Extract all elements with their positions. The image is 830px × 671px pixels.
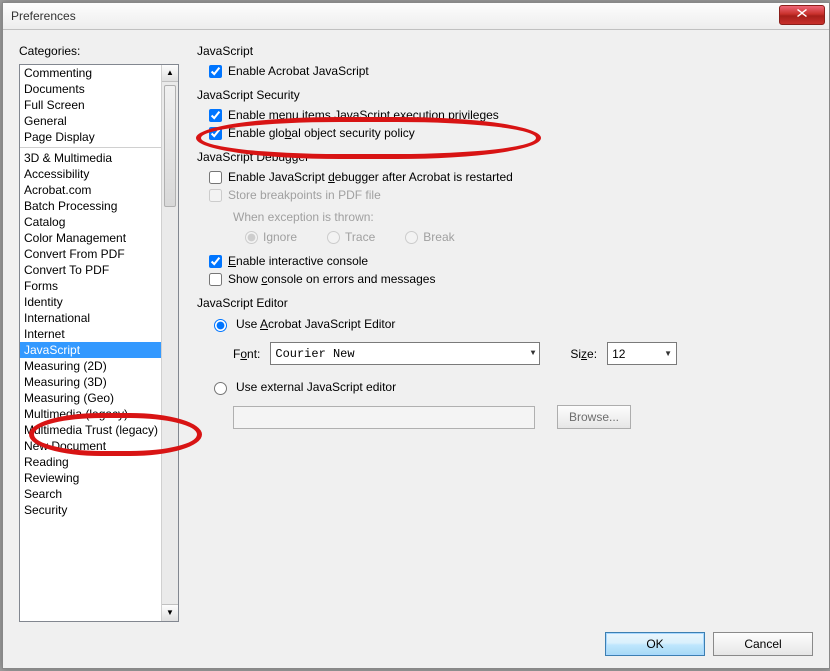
titlebar: Preferences (3, 3, 829, 30)
categories-listbox[interactable]: CommentingDocumentsFull ScreenGeneralPag… (19, 64, 179, 622)
category-item[interactable]: Measuring (2D) (20, 358, 162, 374)
listbox-scrollbar[interactable]: ▲ ▼ (161, 65, 178, 621)
size-label: Size: (570, 347, 597, 361)
section-js-security-title: JavaScript Security (197, 88, 813, 102)
category-item[interactable]: Multimedia Trust (legacy) (20, 422, 162, 438)
enable-debugger-checkbox[interactable]: Enable JavaScript debugger after Acrobat… (209, 170, 813, 184)
ok-button[interactable]: OK (605, 632, 705, 656)
size-select[interactable]: 12 ▼ (607, 342, 677, 365)
category-item[interactable]: New Document (20, 438, 162, 454)
separator (20, 147, 162, 148)
browse-button: Browse... (557, 405, 631, 429)
section-js-editor-title: JavaScript Editor (197, 296, 813, 310)
category-item[interactable]: Search (20, 486, 162, 502)
category-item[interactable]: Acrobat.com (20, 182, 162, 198)
close-button[interactable] (779, 5, 825, 25)
store-breakpoints-checkbox: Store breakpoints in PDF file (209, 188, 813, 202)
categories-label: Categories: (19, 44, 179, 58)
radio-ignore: Ignore (245, 230, 297, 244)
interactive-console-checkbox[interactable]: Enable interactive console (209, 254, 813, 268)
external-editor-path-input (233, 406, 535, 429)
category-item[interactable]: 3D & Multimedia (20, 150, 162, 166)
category-item[interactable]: International (20, 310, 162, 326)
menu-privileges-checkbox[interactable]: Enable menu items JavaScript execution p… (209, 108, 813, 122)
section-javascript-title: JavaScript (197, 44, 813, 58)
category-item[interactable]: Commenting (20, 65, 162, 81)
radio-trace: Trace (327, 230, 375, 244)
enable-acrobat-js-checkbox[interactable]: Enable Acrobat JavaScript (209, 64, 813, 78)
category-item[interactable]: Security (20, 502, 162, 518)
category-item[interactable]: Internet (20, 326, 162, 342)
category-item[interactable]: Full Screen (20, 97, 162, 113)
category-item[interactable]: JavaScript (20, 342, 162, 358)
category-item[interactable]: Multimedia (legacy) (20, 406, 162, 422)
category-item[interactable]: Reading (20, 454, 162, 470)
section-js-debugger-title: JavaScript Debugger (197, 150, 813, 164)
chevron-down-icon: ▼ (664, 349, 672, 358)
show-console-checkbox[interactable]: Show console on errors and messages (209, 272, 813, 286)
font-select[interactable]: Courier New ▼ (270, 342, 540, 365)
use-external-editor-radio[interactable]: Use external JavaScript editor (209, 379, 813, 395)
category-item[interactable]: Convert To PDF (20, 262, 162, 278)
category-item[interactable]: Documents (20, 81, 162, 97)
category-item[interactable]: Color Management (20, 230, 162, 246)
radio-break: Break (405, 230, 454, 244)
font-label: Font: (233, 347, 260, 361)
scroll-down-icon[interactable]: ▼ (162, 604, 178, 621)
category-item[interactable]: Batch Processing (20, 198, 162, 214)
category-item[interactable]: Catalog (20, 214, 162, 230)
preferences-window: Preferences Categories: CommentingDocume… (2, 2, 830, 669)
category-item[interactable]: Accessibility (20, 166, 162, 182)
category-item[interactable]: Page Display (20, 129, 162, 145)
category-item[interactable]: General (20, 113, 162, 129)
chevron-down-icon: ▼ (531, 349, 536, 358)
category-item[interactable]: Measuring (Geo) (20, 390, 162, 406)
scroll-thumb[interactable] (164, 85, 176, 207)
category-item[interactable]: Reviewing (20, 470, 162, 486)
scroll-up-icon[interactable]: ▲ (162, 65, 178, 82)
global-security-checkbox[interactable]: Enable global object security policy (209, 126, 813, 140)
category-item[interactable]: Convert From PDF (20, 246, 162, 262)
category-item[interactable]: Forms (20, 278, 162, 294)
category-item[interactable]: Identity (20, 294, 162, 310)
use-acrobat-editor-radio[interactable]: Use Acrobat JavaScript Editor (209, 316, 813, 332)
when-exception-label: When exception is thrown: (233, 210, 813, 224)
cancel-button[interactable]: Cancel (713, 632, 813, 656)
window-title: Preferences (11, 9, 779, 23)
category-item[interactable]: Measuring (3D) (20, 374, 162, 390)
